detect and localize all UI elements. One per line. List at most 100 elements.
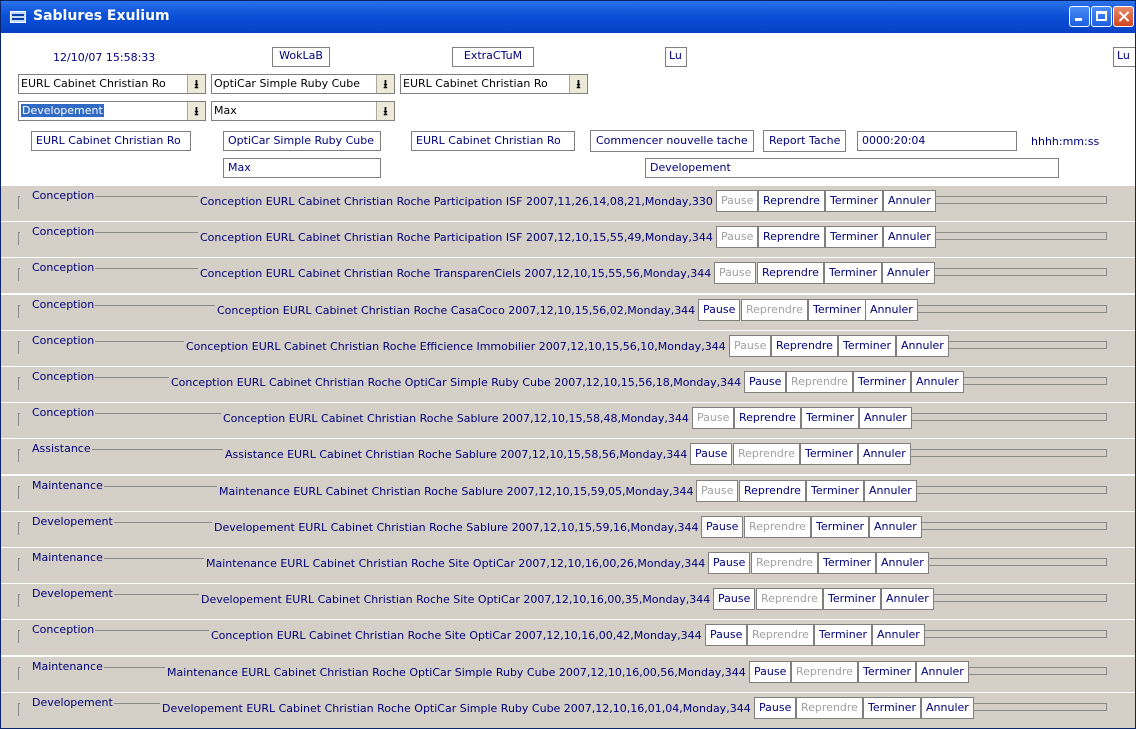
extractum-button[interactable]: ExtraCTuM: [452, 47, 534, 67]
group-line: [104, 667, 165, 668]
cancel-button[interactable]: Annuler: [864, 480, 917, 502]
group-line: [104, 558, 204, 559]
finish-button[interactable]: Terminer: [806, 480, 864, 502]
lu-field[interactable]: Lu: [665, 47, 687, 67]
cancel-button[interactable]: Annuler: [872, 624, 925, 646]
minimize-button[interactable]: [1069, 6, 1090, 27]
close-button[interactable]: [1113, 6, 1134, 27]
group-box: [18, 232, 20, 245]
finish-button[interactable]: Terminer: [823, 588, 881, 610]
app-icon: [10, 11, 26, 23]
task-description: Developement EURL Cabinet Christian Roch…: [162, 702, 751, 715]
task-description: Conception EURL Cabinet Christian Roche …: [223, 412, 689, 425]
cancel-button[interactable]: Annuler: [865, 299, 918, 321]
group-box-end: [910, 449, 1107, 457]
cancel-button[interactable]: Annuler: [881, 588, 934, 610]
group-line: [95, 630, 209, 631]
task-description: Conception EURL Cabinet Christian Roche …: [211, 629, 702, 642]
client2-combo[interactable]: EURL Cabinet Christian Ro ⭳: [400, 74, 588, 94]
group-box: [18, 630, 20, 643]
task-description: Maintenance EURL Cabinet Christian Roche…: [167, 666, 746, 679]
task-type-combo[interactable]: Developement ⭳: [18, 101, 206, 121]
resume-button: Reprendre: [741, 299, 808, 321]
group-line: [104, 486, 217, 487]
task-row: Developement Developement EURL Cabinet Ch…: [1, 511, 1135, 547]
resume-button[interactable]: Reprendre: [771, 335, 838, 357]
dropdown-arrow-icon[interactable]: ⭳: [376, 102, 394, 120]
cancel-button[interactable]: Annuler: [921, 697, 974, 719]
task-row: Maintenance Maintenance EURL Cabinet Chri…: [1, 656, 1135, 692]
resume-button[interactable]: Reprendre: [758, 226, 825, 248]
cancel-button[interactable]: Annuler: [859, 407, 912, 429]
window-title: Sablures Exulium: [33, 8, 170, 24]
lu-field-right[interactable]: Lu: [1113, 47, 1135, 67]
finish-button[interactable]: Terminer: [858, 661, 916, 683]
client2-combo-value: EURL Cabinet Christian Ro: [403, 77, 548, 90]
group-line: [114, 594, 199, 595]
dropdown-arrow-icon[interactable]: ⭳: [376, 75, 394, 93]
pause-button[interactable]: Pause: [690, 443, 733, 465]
finish-button[interactable]: Terminer: [814, 624, 872, 646]
group-box: [18, 486, 20, 499]
cancel-button[interactable]: Annuler: [882, 262, 935, 284]
cancel-button[interactable]: Annuler: [883, 226, 936, 248]
cancel-button[interactable]: Annuler: [876, 552, 929, 574]
report-task-button[interactable]: Report Tache: [763, 130, 847, 152]
finish-button[interactable]: Terminer: [825, 190, 883, 212]
resume-button[interactable]: Reprendre: [739, 480, 806, 502]
task-description: Maintenance EURL Cabinet Christian Roche…: [219, 485, 694, 498]
task-row: Conception Conception EURL Cabinet Christ…: [1, 221, 1135, 257]
dropdown-arrow-icon[interactable]: ⭳: [187, 102, 205, 120]
finish-button[interactable]: Terminer: [838, 335, 896, 357]
pause-button[interactable]: Pause: [754, 697, 797, 719]
woklab-button[interactable]: WokLaB: [272, 47, 330, 67]
resume-button: Reprendre: [744, 516, 811, 538]
resume-button: Reprendre: [786, 371, 853, 393]
project-combo[interactable]: OptiCar Simple Ruby Cube ⭳: [211, 74, 395, 94]
group-line: [95, 341, 184, 342]
resume-button[interactable]: Reprendre: [734, 407, 801, 429]
group-box-end: [918, 305, 1107, 313]
finish-button[interactable]: Terminer: [825, 226, 883, 248]
pause-button[interactable]: Pause: [705, 624, 748, 646]
finish-button[interactable]: Terminer: [853, 371, 911, 393]
client-combo[interactable]: EURL Cabinet Christian Ro ⭳: [18, 74, 206, 94]
dropdown-arrow-icon[interactable]: ⭳: [569, 75, 587, 93]
title-bar[interactable]: Sablures Exulium: [1, 1, 1135, 33]
cancel-button[interactable]: Annuler: [896, 335, 949, 357]
cancel-button[interactable]: Annuler: [858, 443, 911, 465]
cancel-button[interactable]: Annuler: [883, 190, 936, 212]
user-combo[interactable]: Max ⭳: [211, 101, 395, 121]
group-box: [18, 703, 20, 716]
finish-button[interactable]: Terminer: [824, 262, 882, 284]
pause-button[interactable]: Pause: [744, 371, 787, 393]
dropdown-arrow-icon[interactable]: ⭳: [187, 75, 205, 93]
pause-button[interactable]: Pause: [749, 661, 792, 683]
task-row: Conception Conception EURL Cabinet Christ…: [1, 366, 1135, 402]
finish-button[interactable]: Terminer: [811, 516, 869, 538]
timer-field[interactable]: 0000:20:04: [857, 131, 1017, 151]
finish-button[interactable]: Terminer: [801, 407, 859, 429]
task-description: Conception EURL Cabinet Christian Roche …: [200, 195, 713, 208]
pause-button[interactable]: Pause: [713, 588, 756, 610]
finish-button[interactable]: Terminer: [818, 552, 876, 574]
task-description: Developement EURL Cabinet Christian Roch…: [214, 521, 699, 534]
pause-button: Pause: [692, 407, 735, 429]
cancel-button[interactable]: Annuler: [869, 516, 922, 538]
finish-button[interactable]: Terminer: [808, 299, 866, 321]
task-description: Conception EURL Cabinet Christian Roche …: [186, 340, 726, 353]
pause-button[interactable]: Pause: [708, 552, 751, 574]
task-row: Assistance Assistance EURL Cabinet Christ…: [1, 438, 1135, 474]
cancel-button[interactable]: Annuler: [916, 661, 969, 683]
cancel-button[interactable]: Annuler: [911, 371, 964, 393]
pause-button[interactable]: Pause: [701, 516, 744, 538]
maximize-button[interactable]: [1091, 6, 1112, 27]
resume-button[interactable]: Reprendre: [757, 262, 824, 284]
task-row: Conception Conception EURL Cabinet Christ…: [1, 619, 1135, 655]
pause-button[interactable]: Pause: [698, 299, 741, 321]
group-box: [18, 413, 20, 426]
resume-button[interactable]: Reprendre: [758, 190, 825, 212]
finish-button[interactable]: Terminer: [800, 443, 858, 465]
finish-button[interactable]: Terminer: [863, 697, 921, 719]
start-new-task-button[interactable]: Commencer nouvelle tache: [590, 130, 754, 152]
